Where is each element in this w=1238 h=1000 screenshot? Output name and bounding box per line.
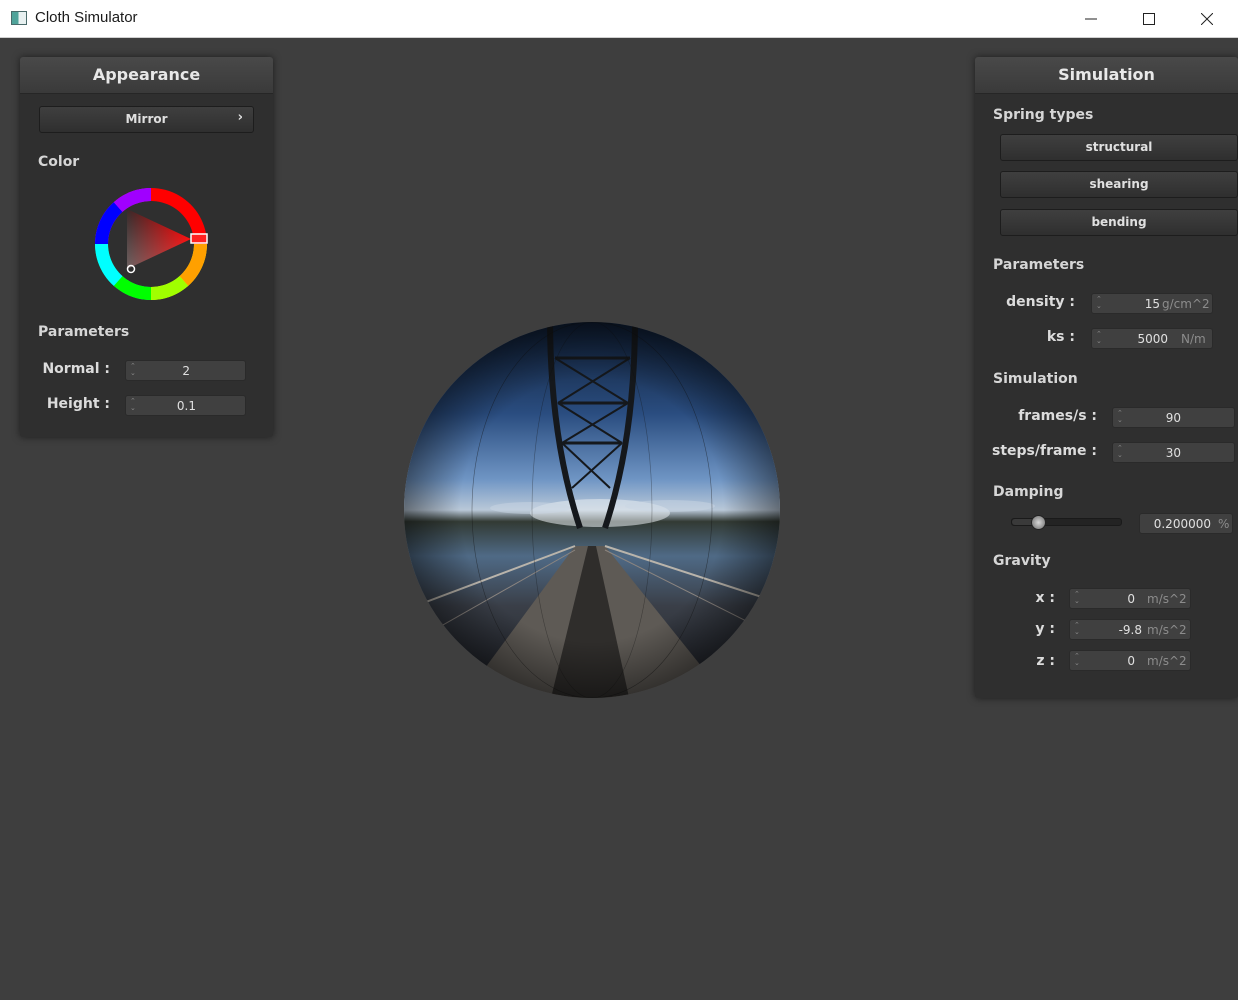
- height-label: Height :: [46, 396, 110, 412]
- mirror-sphere: [404, 322, 780, 698]
- window-title: Cloth Simulator: [35, 9, 138, 26]
- gravity-z-input[interactable]: ⌃ ⌄ 0 m/s^2: [1069, 650, 1191, 671]
- ks-label: ks :: [1046, 329, 1075, 345]
- gravity-x-unit: m/s^2: [1147, 592, 1187, 606]
- ks-input[interactable]: ⌃ ⌄ 5000 N/m: [1091, 328, 1213, 349]
- color-wheel[interactable]: [91, 184, 211, 304]
- gravity-y-value: -9.8: [1118, 623, 1142, 637]
- density-input[interactable]: ⌃ ⌄ 15 g/cm^2: [1091, 293, 1213, 314]
- app-icon: [11, 11, 27, 25]
- density-label: density :: [1006, 294, 1075, 310]
- height-input[interactable]: ⌃ ⌄ 0.1: [125, 395, 246, 416]
- appearance-parameters-label: Parameters: [38, 324, 130, 340]
- damping-unit: %: [1218, 517, 1230, 531]
- steps-label: steps/frame :: [992, 443, 1097, 459]
- appearance-panel: Appearance Mirror › Color Parameters Nor…: [20, 57, 273, 437]
- frames-label: frames/s :: [1018, 408, 1097, 424]
- steps-value: 30: [1165, 446, 1181, 460]
- damping-slider-knob[interactable]: [1031, 515, 1047, 530]
- damping-slider-track[interactable]: [1011, 515, 1122, 530]
- gravity-y-unit: m/s^2: [1147, 623, 1187, 637]
- simulation-section-label: Simulation: [993, 371, 1078, 387]
- simulation-header: Simulation: [975, 57, 1238, 94]
- ks-value: 5000: [1137, 332, 1168, 346]
- spring-structural-button[interactable]: structural: [1000, 134, 1238, 161]
- window-titlebar: Cloth Simulator: [0, 0, 1238, 38]
- density-unit: g/cm^2: [1162, 297, 1210, 311]
- gravity-x-value: 0: [1127, 592, 1135, 606]
- height-value: 0.1: [176, 399, 196, 413]
- spring-shearing-button[interactable]: shearing: [1000, 171, 1238, 198]
- gravity-x-label: x :: [1035, 590, 1055, 606]
- appearance-header: Appearance: [20, 57, 273, 94]
- chevron-right-icon: ›: [237, 110, 243, 125]
- gravity-x-input[interactable]: ⌃ ⌄ 0 m/s^2: [1069, 588, 1191, 609]
- frames-value: 90: [1165, 411, 1181, 425]
- close-icon: [1201, 13, 1213, 25]
- hue-selector-handle[interactable]: [190, 233, 208, 244]
- steps-input[interactable]: ⌃ ⌄ 30: [1112, 442, 1235, 463]
- damping-input[interactable]: 0.200000 %: [1139, 513, 1233, 534]
- close-button[interactable]: [1178, 0, 1236, 38]
- frames-input[interactable]: ⌃ ⌄ 90: [1112, 407, 1235, 428]
- normal-input[interactable]: ⌃ ⌄ 2: [125, 360, 246, 381]
- ks-unit: N/m: [1181, 332, 1206, 346]
- spring-types-label: Spring types: [993, 107, 1094, 123]
- normal-value: 2: [182, 364, 190, 378]
- gravity-z-unit: m/s^2: [1147, 654, 1187, 668]
- color-label: Color: [38, 154, 80, 170]
- normal-label: Normal :: [42, 361, 110, 377]
- gravity-z-value: 0: [1127, 654, 1135, 668]
- density-value: 15: [1144, 297, 1160, 311]
- gravity-y-input[interactable]: ⌃ ⌄ -9.8 m/s^2: [1069, 619, 1191, 640]
- simulation-panel: Simulation Spring types structural shear…: [975, 57, 1238, 698]
- gravity-label: Gravity: [993, 553, 1051, 569]
- damping-label: Damping: [993, 484, 1064, 500]
- shader-dropdown-value: Mirror: [125, 112, 168, 126]
- minimize-icon: [1085, 18, 1097, 20]
- gravity-z-label: z :: [1036, 653, 1055, 669]
- maximize-button[interactable]: [1120, 0, 1178, 38]
- gravity-y-label: y :: [1035, 621, 1055, 637]
- spring-bending-button[interactable]: bending: [1000, 209, 1238, 236]
- maximize-icon: [1143, 13, 1155, 25]
- shader-dropdown[interactable]: Mirror ›: [39, 106, 254, 133]
- damping-value: 0.200000: [1153, 517, 1211, 531]
- simulation-parameters-label: Parameters: [993, 257, 1085, 273]
- minimize-button[interactable]: [1062, 0, 1120, 38]
